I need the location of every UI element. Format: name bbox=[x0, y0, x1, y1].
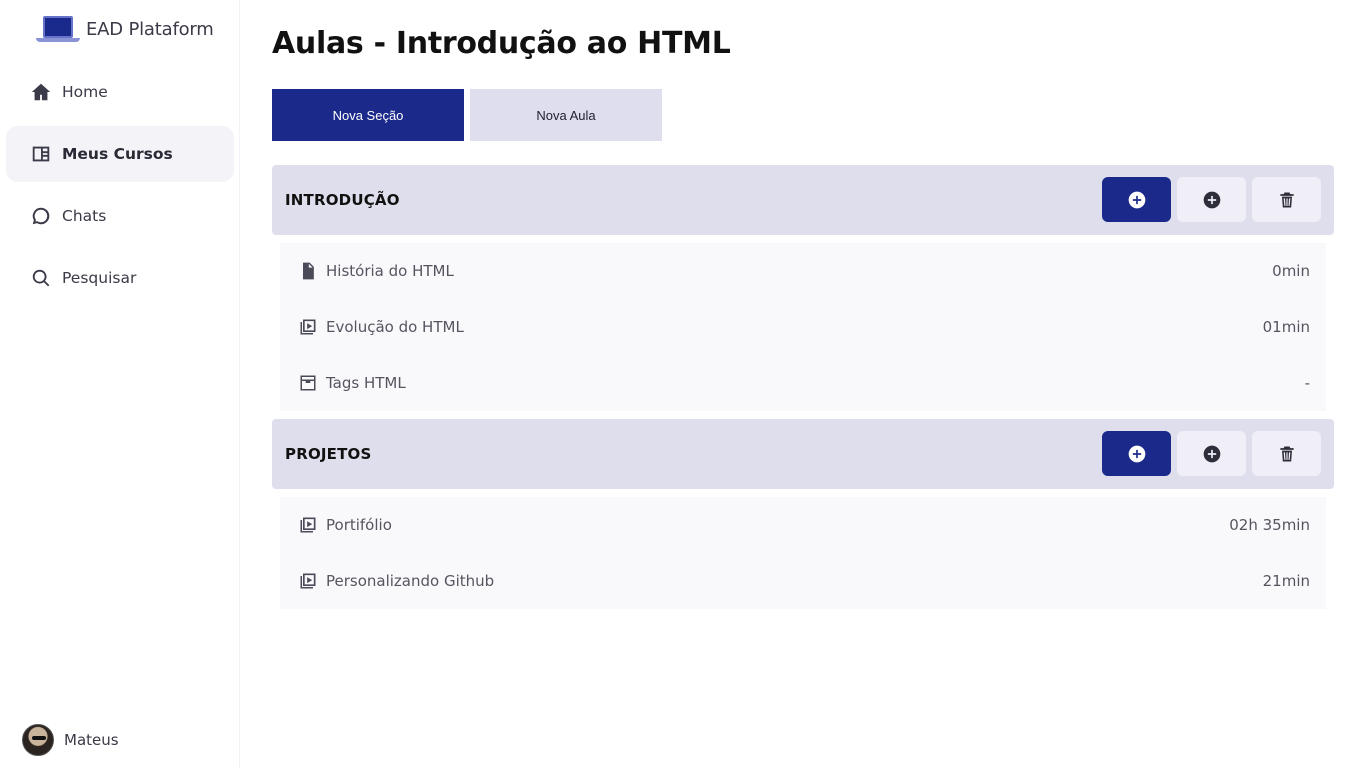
lesson-name: História do HTML bbox=[326, 262, 454, 280]
section-title: INTRODUÇÃO bbox=[285, 191, 400, 209]
add-item-button[interactable] bbox=[1177, 431, 1246, 476]
new-section-button[interactable]: Nova Seção bbox=[272, 89, 464, 141]
lesson-item[interactable]: Personalizando Github 21min bbox=[280, 553, 1326, 609]
search-icon bbox=[32, 269, 50, 287]
laptop-icon bbox=[36, 14, 80, 44]
book-icon bbox=[32, 146, 50, 162]
plus-circle-icon bbox=[1128, 191, 1145, 208]
lesson-duration: 01min bbox=[1262, 318, 1310, 336]
add-lesson-button[interactable] bbox=[1102, 431, 1171, 476]
video-icon bbox=[300, 573, 316, 589]
lesson-item[interactable]: História do HTML 0min bbox=[280, 243, 1326, 299]
section-actions bbox=[1102, 177, 1321, 222]
avatar bbox=[22, 724, 54, 756]
plus-circle-icon bbox=[1203, 191, 1220, 208]
lesson-name: Tags HTML bbox=[326, 374, 406, 392]
lesson-name: Portifólio bbox=[326, 516, 392, 534]
sidebar-item-label: Chats bbox=[62, 207, 107, 225]
document-icon bbox=[303, 262, 314, 280]
lesson-item[interactable]: Tags HTML - bbox=[280, 355, 1326, 411]
section-header[interactable]: PROJETOS bbox=[272, 419, 1334, 489]
sidebar-item-label: Home bbox=[62, 83, 108, 101]
user-profile[interactable]: Mateus bbox=[22, 724, 119, 756]
video-icon bbox=[300, 319, 316, 335]
lesson-duration: 21min bbox=[1262, 572, 1310, 590]
trash-icon bbox=[1279, 446, 1294, 461]
trash-icon bbox=[1279, 192, 1294, 207]
plus-circle-icon bbox=[1203, 445, 1220, 462]
lesson-list: História do HTML 0min Evolução do HTML 0… bbox=[272, 235, 1334, 411]
sidebar-item-home[interactable]: Home bbox=[6, 64, 234, 120]
video-icon bbox=[300, 517, 316, 533]
home-icon bbox=[31, 83, 51, 101]
inbox-icon bbox=[300, 375, 316, 391]
lesson-item[interactable]: Portifólio 02h 35min bbox=[280, 497, 1326, 553]
delete-section-button[interactable] bbox=[1252, 177, 1321, 222]
sidebar: EAD Plataform Home Meus Cursos Chats Pes… bbox=[0, 0, 240, 768]
sidebar-item-chats[interactable]: Chats bbox=[6, 188, 234, 244]
chat-icon bbox=[32, 207, 50, 225]
section-projetos: PROJETOS Portifólio 02h 35min Personaliz… bbox=[272, 419, 1334, 609]
sidebar-nav: Home Meus Cursos Chats Pesquisar bbox=[6, 64, 234, 312]
plus-circle-icon bbox=[1128, 445, 1145, 462]
action-bar: Nova Seção Nova Aula bbox=[272, 89, 662, 141]
lesson-item[interactable]: Evolução do HTML 01min bbox=[280, 299, 1326, 355]
sidebar-item-label: Meus Cursos bbox=[62, 145, 173, 163]
page-title: Aulas - Introdução ao HTML bbox=[272, 26, 731, 61]
delete-section-button[interactable] bbox=[1252, 431, 1321, 476]
lesson-duration: 02h 35min bbox=[1229, 516, 1310, 534]
lesson-list: Portifólio 02h 35min Personalizando Gith… bbox=[272, 489, 1334, 609]
lesson-duration: 0min bbox=[1272, 262, 1310, 280]
brand-name: EAD Plataform bbox=[86, 18, 214, 40]
sidebar-item-label: Pesquisar bbox=[62, 269, 137, 287]
sidebar-item-pesquisar[interactable]: Pesquisar bbox=[6, 250, 234, 306]
lesson-duration: - bbox=[1304, 374, 1310, 392]
section-title: PROJETOS bbox=[285, 445, 372, 463]
user-name: Mateus bbox=[64, 731, 119, 749]
new-lesson-button[interactable]: Nova Aula bbox=[470, 89, 662, 141]
brand[interactable]: EAD Plataform bbox=[36, 14, 214, 44]
section-introducao: INTRODUÇÃO História do HTML 0min Evoluçã… bbox=[272, 165, 1334, 411]
section-actions bbox=[1102, 431, 1321, 476]
add-item-button[interactable] bbox=[1177, 177, 1246, 222]
sidebar-item-meus-cursos[interactable]: Meus Cursos bbox=[6, 126, 234, 182]
section-header[interactable]: INTRODUÇÃO bbox=[272, 165, 1334, 235]
lesson-name: Personalizando Github bbox=[326, 572, 495, 590]
add-lesson-button[interactable] bbox=[1102, 177, 1171, 222]
lesson-name: Evolução do HTML bbox=[326, 318, 464, 336]
